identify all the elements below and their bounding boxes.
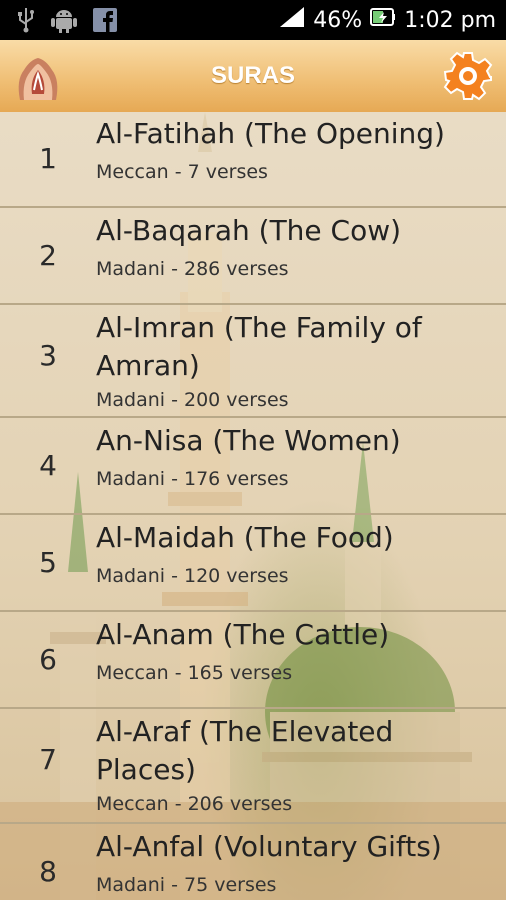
sura-info: Meccan - 165 verses	[96, 662, 293, 684]
clock: 1:02 pm	[404, 7, 496, 33]
list-item[interactable]: 5 Al-Maidah (The Food) Madani - 120 vers…	[0, 515, 506, 612]
sura-info: Madani - 176 verses	[96, 468, 289, 490]
sura-info: Madani - 286 verses	[96, 258, 289, 280]
sura-name: Al-Maidah (The Food)	[96, 521, 394, 554]
list-item[interactable]: 6 Al-Anam (The Cattle) Meccan - 165 vers…	[0, 612, 506, 709]
list-item[interactable]: 2 Al-Baqarah (The Cow) Madani - 286 vers…	[0, 208, 506, 305]
sura-name: Al-Baqarah (The Cow)	[96, 214, 402, 247]
sura-name: Al-Imran (The Family of Amran)	[96, 311, 422, 382]
sura-number: 5	[39, 546, 57, 579]
sura-info: Meccan - 7 verses	[96, 161, 268, 183]
list-item[interactable]: 3 Al-Imran (The Family of Amran) Madani …	[0, 305, 506, 418]
list-item[interactable]: 8 Al-Anfal (Voluntary Gifts) Madani - 75…	[0, 824, 506, 900]
sura-number: 2	[39, 239, 57, 272]
facebook-icon	[92, 7, 118, 33]
page-title: SURAS	[210, 62, 295, 89]
sura-name: Al-Anfal (Voluntary Gifts)	[96, 830, 442, 863]
list-item[interactable]: 4 An-Nisa (The Women) Madani - 176 verse…	[0, 418, 506, 515]
sura-info: Madani - 120 verses	[96, 565, 289, 587]
sura-name: An-Nisa (The Women)	[96, 424, 401, 457]
sura-list[interactable]: 1 Al-Fatihah (The Opening) Meccan - 7 ve…	[0, 112, 506, 900]
sura-number: 1	[39, 142, 57, 175]
battery-percent: 46%	[313, 7, 363, 33]
list-item[interactable]: 1 Al-Fatihah (The Opening) Meccan - 7 ve…	[0, 112, 506, 208]
battery-icon	[370, 7, 396, 33]
usb-icon	[16, 7, 36, 33]
sura-number: 8	[39, 855, 57, 888]
sura-number: 3	[39, 339, 57, 372]
sura-name: Al-Fatihah (The Opening)	[96, 117, 445, 150]
sura-info: Madani - 200 verses	[96, 389, 289, 411]
sura-number: 7	[39, 743, 57, 776]
sura-number: 6	[39, 643, 57, 676]
sura-number: 4	[39, 449, 57, 482]
status-bar: 46% 1:02 pm	[0, 0, 506, 40]
sura-info: Meccan - 206 verses	[96, 793, 293, 815]
sura-info: Madani - 75 verses	[96, 874, 277, 896]
android-icon	[50, 6, 78, 34]
sura-name: Al-Araf (The Elevated Places)	[96, 715, 394, 786]
list-item[interactable]: 7 Al-Araf (The Elevated Places) Meccan -…	[0, 709, 506, 824]
gear-icon[interactable]	[442, 50, 494, 102]
signal-icon	[279, 6, 305, 34]
sura-name: Al-Anam (The Cattle)	[96, 618, 390, 651]
app-bar: SURAS	[0, 40, 506, 112]
